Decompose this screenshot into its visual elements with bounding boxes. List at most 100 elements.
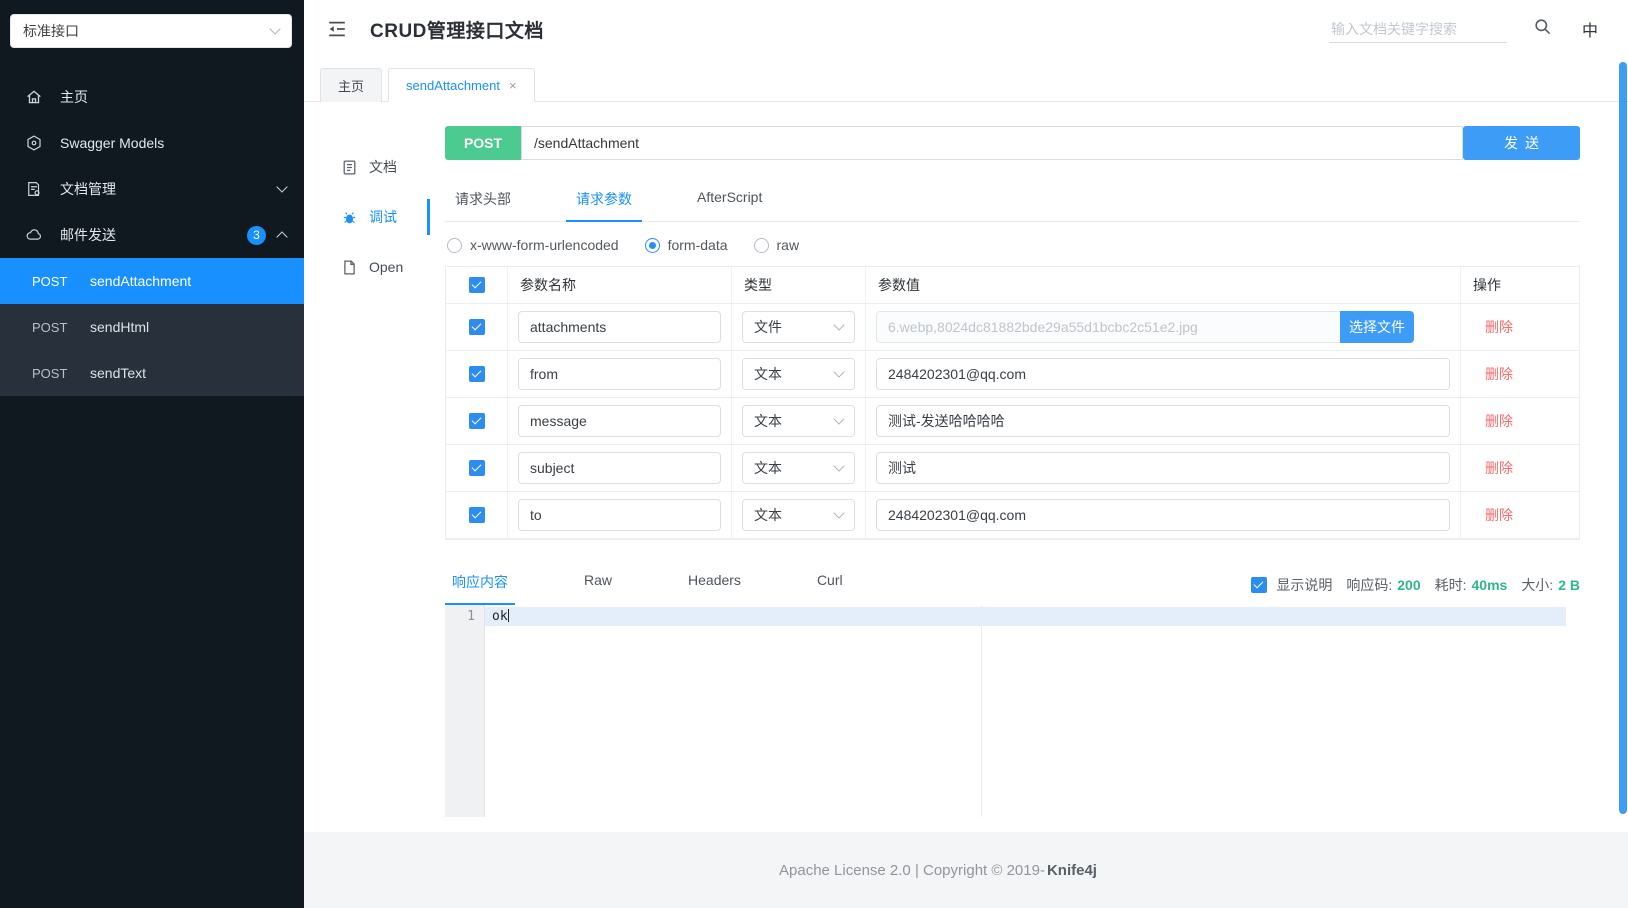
tab-sendattachment[interactable]: sendAttachment × [388,68,535,102]
col-header-value: 参数值 [866,267,1461,303]
tab-request-headers[interactable]: 请求头部 [445,178,521,221]
menu-fold-icon[interactable] [326,18,348,40]
api-name: sendText [90,365,147,381]
tab-response-content[interactable]: 响应内容 [445,564,515,605]
api-group-select[interactable]: 标准接口 [10,14,292,48]
select-all-checkbox[interactable] [468,277,485,293]
sidebar-item-mail-send[interactable]: 邮件发送 3 [0,212,304,258]
row-checkbox[interactable] [468,460,485,476]
param-value-input[interactable]: 测试-发送哈哈哈哈 [876,405,1450,437]
param-name-input[interactable]: from [518,358,721,390]
content-row: 文档 调试 Open POST /sendAttachment 发送 请求头部 … [304,102,1628,832]
send-button[interactable]: 发送 [1463,126,1580,160]
debug-panel: POST /sendAttachment 发送 请求头部 请求参数 AfterS… [430,102,1628,832]
tab-request-params[interactable]: 请求参数 [566,178,642,222]
document-icon [341,159,358,176]
chevron-down-icon [833,319,845,331]
close-icon[interactable]: × [509,78,517,93]
tab-home[interactable]: 主页 [320,68,383,102]
method-label: POST [32,273,68,289]
doc-nav-item-document[interactable]: 文档 [304,142,430,192]
topbar-right: 中 [1328,15,1598,43]
sidebar-item-sendtext[interactable]: POST sendText [0,350,304,396]
body-type-options: x-www-form-urlencoded form-data raw [447,237,1580,253]
editor-ruler [981,605,982,817]
doc-nav: 文档 调试 Open [304,102,430,832]
scrollbar-thumb[interactable] [1619,62,1627,814]
document-manage-icon [25,180,43,198]
api-name: sendHtml [90,319,150,335]
editor-text: ok [492,609,508,624]
col-header-type: 类型 [732,267,866,303]
sidebar-item-swagger-models[interactable]: Swagger Models [0,120,304,166]
time-value: 40ms [1471,577,1508,593]
sidebar: 标准接口 主页 Swagger Models 文档管理 邮件发送 3 POST … [0,0,304,908]
param-type-select[interactable]: 文本 [742,499,855,531]
language-toggle[interactable]: 中 [1582,17,1598,41]
sidebar-item-home[interactable]: 主页 [0,74,304,120]
param-type-select[interactable]: 文本 [742,452,855,484]
method-badge: POST [445,126,521,160]
editor-code-area[interactable]: ok [485,605,1580,817]
param-value-input[interactable]: 2484202301@qq.com [876,358,1450,390]
choose-file-button[interactable]: 选择文件 [1340,311,1414,343]
radio-raw[interactable]: raw [753,237,800,253]
tab-label: 主页 [338,79,365,94]
radio-form-data[interactable]: form-data [644,237,728,253]
param-value-input[interactable]: 2484202301@qq.com [876,499,1450,531]
radio-x-www-form-urlencoded[interactable]: x-www-form-urlencoded [447,237,619,253]
method-label: POST [32,319,68,335]
select-value: 文本 [754,366,782,382]
doc-nav-item-debug[interactable]: 调试 [304,192,430,242]
radio-label: raw [776,237,800,253]
doc-nav-item-open[interactable]: Open [304,242,430,292]
param-name-input[interactable]: to [518,499,721,531]
tab-curl[interactable]: Curl [810,564,850,605]
topbar: CRUD管理接口文档 中 [304,0,1628,58]
delete-row-link[interactable]: 删除 [1485,505,1513,525]
editor-content-line: ok [485,607,1580,626]
api-count-badge: 3 [247,225,266,245]
page-title: CRUD管理接口文档 [370,20,544,42]
param-row-attachments: attachments 文件 6.webp,8024dc81882bde29a5… [446,304,1579,351]
param-type-select[interactable]: 文件 [742,311,855,343]
radio-label: form-data [667,237,728,253]
row-checkbox[interactable] [468,413,485,429]
delete-row-link[interactable]: 删除 [1485,317,1513,337]
search-icon[interactable] [1533,17,1552,41]
param-name-input[interactable]: attachments [518,311,721,343]
param-name-input[interactable]: subject [518,452,721,484]
show-description-checkbox[interactable] [1251,577,1268,593]
footer-brand: Knife4j [1046,861,1097,879]
chevron-down-icon [833,507,845,519]
tab-afterscript[interactable]: AfterScript [687,178,772,221]
doc-nav-label: 调试 [369,209,397,225]
status-code-value: 200 [1397,577,1421,593]
delete-row-link[interactable]: 删除 [1485,411,1513,431]
param-name-input[interactable]: message [518,405,721,437]
vertical-scrollbar[interactable] [1619,58,1627,908]
param-value-input[interactable]: 测试 [876,452,1450,484]
response-editor[interactable]: 1 ok [445,605,1580,817]
param-type-select[interactable]: 文本 [742,405,855,437]
file-icon [341,259,358,276]
sidebar-item-sendattachment[interactable]: POST sendAttachment [0,258,304,304]
row-checkbox[interactable] [468,366,485,382]
row-checkbox[interactable] [468,507,485,523]
doc-nav-label: Open [369,259,404,275]
row-checkbox[interactable] [468,319,485,335]
home-icon [25,88,43,106]
method-label: POST [32,365,68,381]
doc-search-input[interactable] [1328,15,1507,43]
footer: Apache License 2.0 | Copyright © 2019- K… [304,832,1628,908]
delete-row-link[interactable]: 删除 [1485,458,1513,478]
col-header-action: 操作 [1473,277,1501,293]
param-type-select[interactable]: 文本 [742,358,855,390]
request-url-input[interactable]: /sendAttachment [521,126,1463,160]
tab-headers[interactable]: Headers [681,564,748,605]
delete-row-link[interactable]: 删除 [1485,364,1513,384]
tab-raw[interactable]: Raw [577,564,619,605]
open-tabs-bar: 主页 sendAttachment × [304,58,1628,102]
sidebar-item-sendhtml[interactable]: POST sendHtml [0,304,304,350]
sidebar-item-doc-manage[interactable]: 文档管理 [0,166,304,212]
